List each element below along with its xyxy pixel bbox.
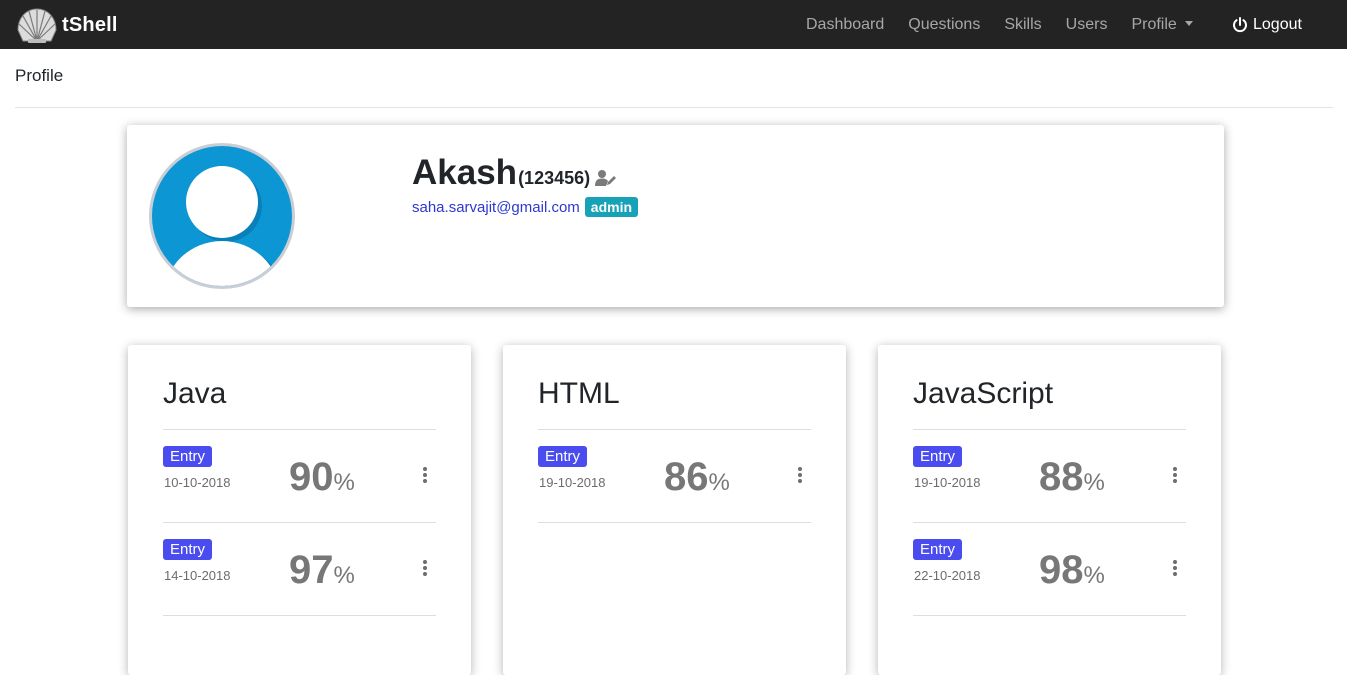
contact-line: saha.sarvajit@gmail.com admin xyxy=(412,197,639,217)
brand-name: tShell xyxy=(62,13,118,36)
skill-divider xyxy=(163,615,436,616)
score-unit: % xyxy=(1083,469,1105,496)
score-unit: % xyxy=(708,469,730,496)
skill-card-javascript: JavaScript Entry 19-10-2018 88% Entry 22… xyxy=(878,345,1221,675)
result-date: 22-10-2018 xyxy=(914,568,981,583)
nav-users[interactable]: Users xyxy=(1066,16,1108,34)
result-score: 90% xyxy=(289,455,355,500)
skill-title: Java xyxy=(163,377,227,410)
level-badge: Entry xyxy=(538,446,588,467)
skill-card-html: HTML Entry 19-10-2018 86% xyxy=(503,345,846,675)
result-score: 88% xyxy=(1039,455,1105,500)
logout-label: Logout xyxy=(1253,15,1302,33)
score-unit: % xyxy=(333,562,355,589)
score-value: 86 xyxy=(664,455,709,499)
top-navbar: tShell Dashboard Questions Skills Users … xyxy=(0,0,1347,49)
profile-name: Akash xyxy=(412,153,518,192)
more-vertical-icon[interactable] xyxy=(1172,560,1178,578)
skill-divider xyxy=(538,522,811,523)
profile-email[interactable]: saha.sarvajit@gmail.com xyxy=(412,199,580,216)
more-vertical-icon[interactable] xyxy=(1172,467,1178,485)
nav-links: Dashboard Questions Skills Users Profile xyxy=(806,0,1217,49)
nav-dashboard[interactable]: Dashboard xyxy=(806,16,884,34)
name-line: Akash (123456) xyxy=(412,153,638,193)
result-score: 98% xyxy=(1039,548,1105,593)
result-date: 10-10-2018 xyxy=(164,475,231,490)
result-date: 19-10-2018 xyxy=(539,475,606,490)
result-row: Entry 19-10-2018 88% xyxy=(913,429,1186,522)
result-row: Entry 19-10-2018 86% xyxy=(538,429,811,522)
role-badge: admin xyxy=(584,197,639,217)
profile-id: (123456) xyxy=(518,168,591,188)
nav-skills[interactable]: Skills xyxy=(1004,16,1041,34)
more-vertical-icon[interactable] xyxy=(422,560,428,578)
power-icon xyxy=(1233,16,1247,32)
logout-button[interactable]: Logout xyxy=(1232,0,1302,49)
level-badge: Entry xyxy=(913,446,963,467)
score-value: 88 xyxy=(1039,455,1084,499)
level-badge: Entry xyxy=(163,539,213,560)
edit-user-icon[interactable] xyxy=(595,169,617,187)
profile-info: Akash (123456) saha.sarvajit@gmail.com a… xyxy=(412,153,639,217)
skill-title: HTML xyxy=(538,377,620,410)
result-row: Entry 14-10-2018 97% xyxy=(163,522,436,615)
shell-logo-icon xyxy=(17,8,57,43)
nav-profile-label: Profile xyxy=(1131,15,1177,33)
result-date: 19-10-2018 xyxy=(914,475,981,490)
page-title: Profile xyxy=(15,66,64,85)
score-unit: % xyxy=(1083,562,1105,589)
more-vertical-icon[interactable] xyxy=(797,467,803,485)
score-value: 97 xyxy=(289,548,334,592)
level-badge: Entry xyxy=(163,446,213,467)
page-divider xyxy=(15,107,1333,108)
brand[interactable]: tShell xyxy=(16,5,118,45)
result-date: 14-10-2018 xyxy=(164,568,231,583)
result-score: 86% xyxy=(664,455,730,500)
skill-title: JavaScript xyxy=(913,377,1054,410)
profile-card: Akash (123456) saha.sarvajit@gmail.com a… xyxy=(127,125,1224,307)
score-value: 98 xyxy=(1039,548,1084,592)
caret-down-icon xyxy=(1184,20,1193,26)
nav-questions[interactable]: Questions xyxy=(908,16,980,34)
nav-profile-dropdown[interactable]: Profile xyxy=(1131,15,1193,34)
more-vertical-icon[interactable] xyxy=(422,467,428,485)
score-value: 90 xyxy=(289,455,334,499)
score-unit: % xyxy=(333,469,355,496)
result-row: Entry 22-10-2018 98% xyxy=(913,522,1186,615)
skill-divider xyxy=(913,615,1186,616)
avatar xyxy=(149,143,295,289)
level-badge: Entry xyxy=(913,539,963,560)
result-row: Entry 10-10-2018 90% xyxy=(163,429,436,522)
skill-card-java: Java Entry 10-10-2018 90% Entry 14-10-20… xyxy=(128,345,471,675)
result-score: 97% xyxy=(289,548,355,593)
